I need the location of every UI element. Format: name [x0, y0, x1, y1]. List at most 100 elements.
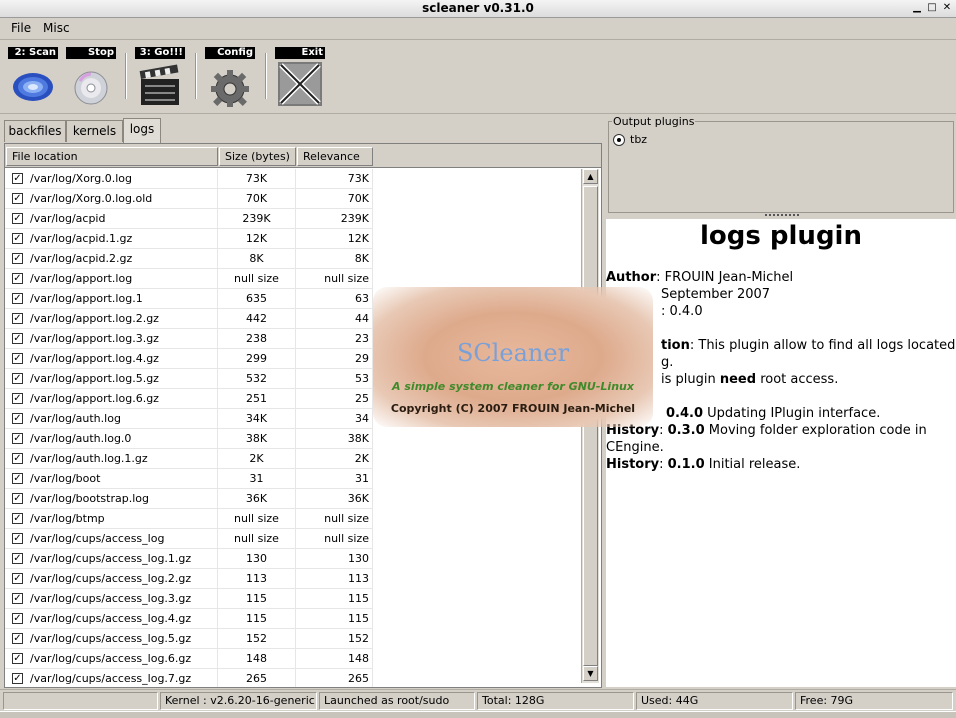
- row-checkbox[interactable]: ✓: [12, 433, 23, 444]
- file-path: /var/log/acpid.2.gz: [30, 252, 133, 265]
- row-checkbox[interactable]: ✓: [12, 353, 23, 364]
- relevance-cell: 36K: [296, 489, 373, 509]
- status-launched: Launched as root/sudo: [319, 692, 475, 710]
- column-size[interactable]: Size (bytes): [219, 147, 296, 166]
- stop-button[interactable]: Stop: [66, 47, 116, 109]
- exit-button[interactable]: Exit: [275, 47, 325, 109]
- table-row[interactable]: ✓ /var/log/acpid.2.gz 8K 8K: [5, 249, 581, 269]
- table-row[interactable]: ✓ /var/log/auth.log.0 38K 38K: [5, 429, 581, 449]
- row-checkbox[interactable]: ✓: [12, 413, 23, 424]
- file-cell: ✓ /var/log/auth.log: [5, 409, 218, 429]
- row-checkbox[interactable]: ✓: [12, 633, 23, 644]
- scan-label: 2: Scan: [8, 47, 58, 59]
- scroll-down-icon[interactable]: ▼: [583, 666, 598, 681]
- close-icon[interactable]: ✕: [940, 2, 954, 15]
- table-row[interactable]: ✓ /var/log/acpid 239K 239K: [5, 209, 581, 229]
- relevance-cell: 265: [296, 669, 373, 687]
- table-row[interactable]: ✓ /var/log/auth.log.1.gz 2K 2K: [5, 449, 581, 469]
- size-cell: 73K: [218, 169, 296, 189]
- row-checkbox[interactable]: ✓: [12, 253, 23, 264]
- toolbar-separator: [265, 53, 267, 99]
- row-checkbox[interactable]: ✓: [12, 393, 23, 404]
- row-checkbox[interactable]: ✓: [12, 653, 23, 664]
- minimize-icon[interactable]: ▁: [910, 2, 924, 15]
- tbz-radio[interactable]: [613, 134, 625, 146]
- tab-kernels[interactable]: kernels: [66, 120, 123, 142]
- row-checkbox[interactable]: ✓: [12, 613, 23, 624]
- row-checkbox[interactable]: ✓: [12, 573, 23, 584]
- file-path: /var/log/cups/access_log.1.gz: [30, 552, 192, 565]
- table-row[interactable]: ✓ /var/log/Xorg.0.log.old 70K 70K: [5, 189, 581, 209]
- row-checkbox[interactable]: ✓: [12, 273, 23, 284]
- maximize-icon[interactable]: □: [925, 2, 939, 15]
- table-row[interactable]: ✓ /var/log/acpid.1.gz 12K 12K: [5, 229, 581, 249]
- relevance-cell: 63: [296, 289, 373, 309]
- tbz-radio-label[interactable]: tbz: [630, 133, 647, 146]
- file-cell: ✓ /var/log/cups/access_log.1.gz: [5, 549, 218, 569]
- table-row[interactable]: ✓ /var/log/btmp null size null size: [5, 509, 581, 529]
- row-checkbox[interactable]: ✓: [12, 593, 23, 604]
- row-checkbox[interactable]: ✓: [12, 533, 23, 544]
- table-row[interactable]: ✓ /var/log/cups/access_log.4.gz 115 115: [5, 609, 581, 629]
- table-row[interactable]: ✓ /var/log/Xorg.0.log 73K 73K: [5, 169, 581, 189]
- row-checkbox[interactable]: ✓: [12, 673, 23, 684]
- file-cell: ✓ /var/log/cups/access_log.4.gz: [5, 609, 218, 629]
- table-row[interactable]: ✓ /var/log/cups/access_log.2.gz 113 113: [5, 569, 581, 589]
- size-cell: 251: [218, 389, 296, 409]
- tab-backfiles[interactable]: backfiles: [4, 120, 66, 142]
- file-cell: ✓ /var/log/Xorg.0.log.old: [5, 189, 218, 209]
- table-row[interactable]: ✓ /var/log/cups/access_log.5.gz 152 152: [5, 629, 581, 649]
- row-checkbox[interactable]: ✓: [12, 333, 23, 344]
- file-path: /var/log/apport.log: [30, 272, 133, 285]
- table-row[interactable]: ✓ /var/log/cups/access_log.1.gz 130 130: [5, 549, 581, 569]
- table-row[interactable]: ✓ /var/log/cups/access_log.7.gz 265 265: [5, 669, 581, 687]
- table-row[interactable]: ✓ /var/log/apport.log null size null size: [5, 269, 581, 289]
- row-checkbox[interactable]: ✓: [12, 213, 23, 224]
- tab-logs[interactable]: logs: [123, 118, 161, 143]
- go-label: 3: Go!!!: [135, 47, 185, 59]
- file-path: /var/log/boot: [30, 472, 101, 485]
- relevance-cell: 113: [296, 569, 373, 589]
- go-button[interactable]: 3: Go!!!: [135, 47, 185, 109]
- row-checkbox[interactable]: ✓: [12, 513, 23, 524]
- table-row[interactable]: ✓ /var/log/bootstrap.log 36K 36K: [5, 489, 581, 509]
- menu-misc[interactable]: Misc: [43, 21, 70, 35]
- status-free: Free: 79G: [795, 692, 953, 710]
- relevance-cell: 115: [296, 589, 373, 609]
- column-file-location[interactable]: File location: [6, 147, 218, 166]
- table-row[interactable]: ✓ /var/log/cups/access_log.6.gz 148 148: [5, 649, 581, 669]
- file-path: /var/log/acpid.1.gz: [30, 232, 133, 245]
- relevance-cell: 73K: [296, 169, 373, 189]
- need-pre: is plugin: [661, 372, 720, 387]
- row-checkbox[interactable]: ✓: [12, 553, 23, 564]
- row-checkbox[interactable]: ✓: [12, 173, 23, 184]
- file-cell: ✓ /var/log/apport.log.6.gz: [5, 389, 218, 409]
- size-cell: 115: [218, 609, 296, 629]
- row-checkbox[interactable]: ✓: [12, 373, 23, 384]
- column-relevance[interactable]: Relevance: [297, 147, 373, 166]
- row-checkbox[interactable]: ✓: [12, 493, 23, 504]
- relevance-cell: 31: [296, 469, 373, 489]
- table-row[interactable]: ✓ /var/log/cups/access_log.3.gz 115 115: [5, 589, 581, 609]
- table-row[interactable]: ✓ /var/log/cups/access_log null size null s…: [5, 529, 581, 549]
- row-checkbox[interactable]: ✓: [12, 473, 23, 484]
- file-path: /var/log/apport.log.1: [30, 292, 143, 305]
- row-checkbox[interactable]: ✓: [12, 193, 23, 204]
- table-row[interactable]: ✓ /var/log/boot 31 31: [5, 469, 581, 489]
- relevance-cell: 23: [296, 329, 373, 349]
- scroll-up-icon[interactable]: ▲: [583, 169, 598, 184]
- row-checkbox[interactable]: ✓: [12, 313, 23, 324]
- file-cell: ✓ /var/log/apport.log.4.gz: [5, 349, 218, 369]
- scan-button[interactable]: 2: Scan: [8, 47, 58, 109]
- size-cell: 238: [218, 329, 296, 349]
- file-path: /var/log/apport.log.3.gz: [30, 332, 159, 345]
- row-checkbox[interactable]: ✓: [12, 453, 23, 464]
- menu-file[interactable]: File: [11, 21, 31, 35]
- row-checkbox[interactable]: ✓: [12, 293, 23, 304]
- row-checkbox[interactable]: ✓: [12, 233, 23, 244]
- size-cell: 115: [218, 589, 296, 609]
- size-cell: 38K: [218, 429, 296, 449]
- file-path: /var/log/auth.log.0: [30, 432, 132, 445]
- file-path: /var/log/apport.log.5.gz: [30, 372, 159, 385]
- config-button[interactable]: Config: [205, 47, 255, 109]
